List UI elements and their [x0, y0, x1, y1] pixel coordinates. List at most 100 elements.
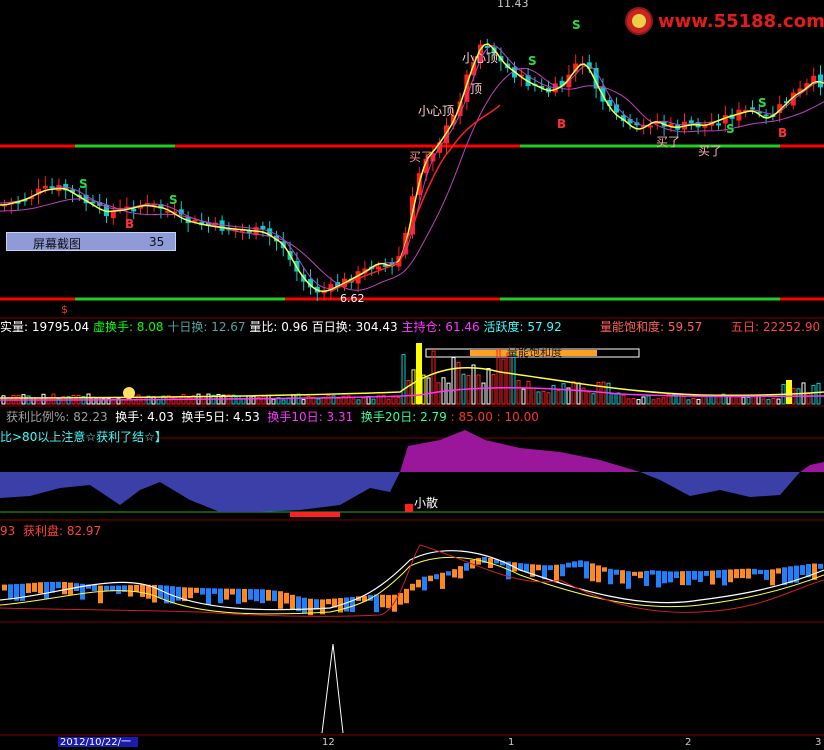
volume-bar [431, 350, 436, 405]
volume-bar [541, 390, 546, 405]
volume-bar [536, 391, 541, 405]
disk-candle [380, 594, 385, 608]
volume-bar [766, 398, 771, 405]
disk-candle [236, 588, 241, 604]
disk-candle [728, 569, 733, 583]
disk-candle [392, 594, 397, 612]
smiley-icon [123, 387, 135, 399]
candle-body [376, 266, 381, 270]
volume-bar [246, 395, 251, 405]
volume-bar [661, 397, 666, 405]
disk-candle [650, 570, 655, 575]
disk-candle [638, 571, 643, 579]
disk-candle [776, 568, 781, 574]
volume-bar [41, 393, 46, 405]
axis-tick: 3 [815, 737, 822, 748]
volume-bar [96, 397, 101, 405]
volume-bar [491, 373, 496, 405]
disk-candle [782, 567, 787, 586]
candle-body [763, 114, 769, 117]
volume-bar [736, 396, 741, 405]
volume-bar [481, 382, 486, 405]
volume-stat: 活跃度: 57.92 [483, 320, 562, 334]
disk-candle [350, 596, 355, 613]
disk-candle [206, 588, 211, 605]
volume-bar [731, 396, 736, 405]
volume-bar [806, 392, 811, 405]
volume-bar [426, 377, 431, 405]
disk-candle [566, 562, 571, 568]
volume-bar [406, 380, 411, 405]
buy-annotation: 买了 [409, 150, 434, 164]
spike-line [321, 643, 344, 734]
volume-bar [586, 391, 591, 405]
candle-body [131, 208, 137, 212]
volume-bar [471, 364, 476, 405]
disk-candle [290, 594, 295, 610]
signal-s: S [758, 96, 767, 110]
volume-bar [816, 382, 821, 405]
signal-bar [290, 512, 340, 517]
disk-candle [194, 587, 199, 593]
volume-bar [636, 399, 641, 405]
signal-b: B [125, 217, 135, 231]
stock-chart-canvas[interactable] [0, 0, 824, 745]
disk-candle [668, 571, 673, 583]
volume-bar [656, 398, 661, 405]
disk-candle [20, 583, 25, 601]
volume-bar [691, 398, 696, 405]
site-logo: www.55188.com [622, 4, 824, 38]
screenshot-box[interactable]: 屏幕截图 35 [6, 232, 176, 251]
disk-candle [410, 583, 415, 591]
volume-bar [291, 394, 296, 405]
date-cursor-label: 2012/10/22/一 [60, 737, 132, 748]
price-low-label: 6.62 [340, 292, 365, 305]
disk-candle [422, 576, 427, 591]
disk-candle [818, 563, 823, 569]
disk-candle [140, 584, 145, 597]
volume-bar [266, 394, 271, 405]
volume-bar [36, 397, 41, 405]
volume-bar [486, 368, 491, 405]
disk-candle [548, 565, 553, 571]
disk-candle [44, 582, 49, 599]
disk-candle [596, 565, 601, 583]
axis-tick: 2 [685, 737, 692, 748]
volume-bar [631, 398, 636, 405]
disk-candle [434, 574, 439, 580]
signal-s: S [169, 193, 178, 207]
disk-candle [302, 597, 307, 613]
disk-candle [602, 567, 607, 572]
dollar-signal: $ [61, 303, 68, 316]
disk-candle [266, 589, 271, 601]
disk-candle [764, 569, 769, 580]
volume-bar [611, 393, 616, 405]
disk-candle [734, 569, 739, 579]
disk-candle [464, 563, 469, 571]
volume-bar [436, 382, 441, 405]
disk-candle [104, 585, 109, 592]
disk-candle [584, 561, 589, 579]
buy-annotation: 买了 [698, 144, 723, 158]
disk-candle [278, 591, 283, 609]
disk-candle [134, 584, 139, 592]
buy-annotation: 买了 [656, 135, 681, 149]
disk-candle [722, 569, 727, 586]
moving-average-line [0, 43, 824, 292]
candle-body [750, 107, 755, 110]
volume-bar [476, 374, 481, 405]
volume-stat: 百日换: 304.43 [311, 320, 402, 334]
disk-candle [560, 564, 565, 577]
volume-bar [236, 395, 241, 405]
volume-stat: 主持仓: 61.46 [401, 320, 484, 334]
volume-stat: 实量: 19795.04 [0, 320, 93, 334]
volume-bar [176, 396, 181, 405]
volume-bar [271, 398, 276, 405]
volume-bar [526, 380, 531, 405]
disk-candle [260, 589, 265, 604]
signal-s: S [726, 122, 735, 136]
volume-bar [261, 396, 266, 405]
disk-candle [578, 560, 583, 568]
saturation-bar-label: 量能饱和度 [507, 346, 562, 359]
price-panel [0, 38, 824, 302]
